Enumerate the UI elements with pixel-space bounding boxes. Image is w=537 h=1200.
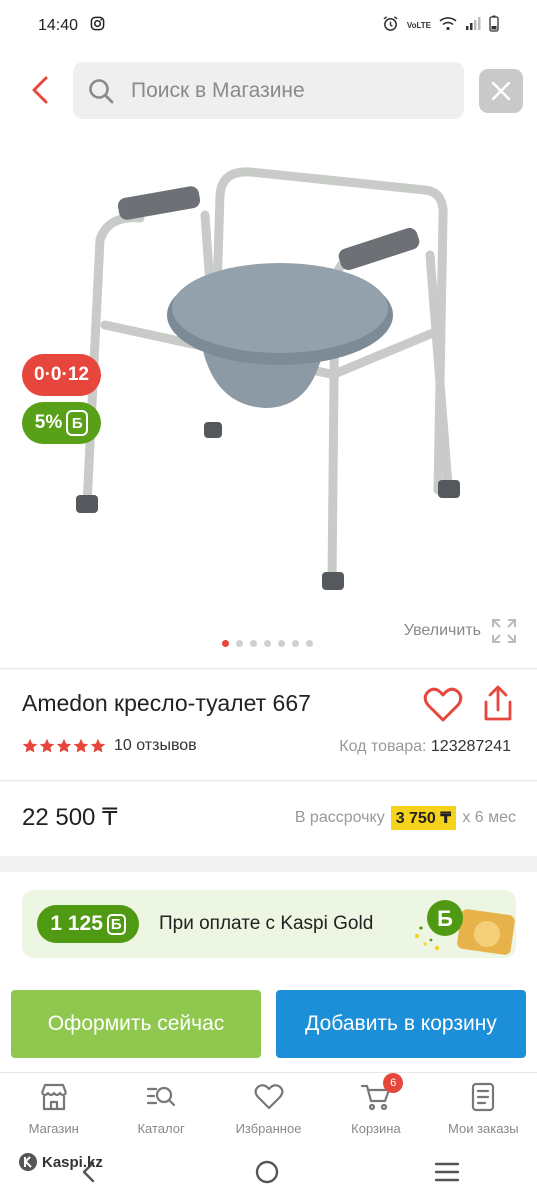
divider	[0, 668, 537, 669]
nav-label: Каталог	[137, 1121, 185, 1136]
share-icon[interactable]	[480, 684, 516, 724]
installment-amount: 3 750 ₸	[390, 806, 457, 830]
nav-item-store[interactable]: Магазин	[0, 1073, 107, 1142]
watermark-text: Kaspi.kz	[42, 1153, 103, 1171]
gallery-dot[interactable]	[292, 640, 299, 647]
nav-item-cart[interactable]: 6 Корзина	[322, 1073, 429, 1142]
gallery-dot[interactable]	[264, 640, 271, 647]
rating-row[interactable]: 10 отзывов	[22, 737, 197, 755]
expand-icon	[492, 619, 516, 643]
nav-item-catalog[interactable]: Каталог	[107, 1073, 214, 1142]
battery-icon	[489, 15, 499, 37]
zoom-label: Увеличить	[403, 622, 481, 639]
sku-value: 123287241	[430, 738, 511, 755]
section-separator	[0, 856, 537, 872]
star-icon	[73, 738, 89, 753]
back-button[interactable]	[22, 72, 58, 108]
kaspi-gold-banner[interactable]: 1 125 Б При оплате с Kaspi Gold Б	[22, 890, 516, 958]
gallery-dot[interactable]	[222, 640, 229, 647]
nav-label: Корзина	[351, 1121, 401, 1136]
bonus-badge: 5% Б	[22, 402, 101, 444]
gold-bonus-amount: 1 125	[50, 912, 103, 935]
bonus-icon: Б	[106, 913, 126, 935]
close-icon	[491, 81, 511, 101]
nav-label: Мои заказы	[448, 1121, 519, 1136]
search-header: Поиск в Магазине	[0, 60, 537, 120]
product-price: 22 500 ₸	[22, 804, 118, 831]
search-icon	[89, 78, 114, 103]
favorite-heart-icon[interactable]	[423, 686, 463, 724]
orders-icon	[472, 1082, 495, 1112]
kaspi-logo-icon	[19, 1153, 37, 1171]
svg-text:Б: Б	[437, 906, 453, 931]
star-icon	[39, 738, 55, 753]
zoom-button[interactable]: Увеличить	[404, 618, 517, 644]
divider	[0, 780, 537, 781]
kaspi-gold-card-icon: Б	[415, 900, 515, 955]
reviews-link[interactable]: 10 отзывов	[114, 737, 197, 755]
buy-now-button[interactable]: Оформить сейчас	[11, 990, 261, 1058]
installment-suffix: х 6 мес	[462, 809, 516, 826]
chevron-left-icon	[32, 76, 48, 104]
star-icon	[22, 738, 38, 753]
volte-icon: VoLTE	[406, 21, 431, 30]
search-placeholder: Поиск в Магазине	[131, 78, 305, 102]
status-time: 14:40	[38, 17, 79, 34]
gallery-dot[interactable]	[250, 640, 257, 647]
heart-icon	[254, 1084, 283, 1110]
installment-badge: 0·0·12	[22, 354, 101, 396]
gallery-dot[interactable]	[306, 640, 313, 647]
installment-prefix: В рассрочку	[294, 809, 385, 826]
catalog-search-icon	[147, 1086, 176, 1107]
installment-info: В рассрочку 3 750 ₸ х 6 мес	[295, 806, 516, 830]
gallery-dot[interactable]	[236, 640, 243, 647]
instagram-icon	[90, 16, 105, 36]
signal-icon	[465, 16, 481, 36]
bonus-percent: 5%	[34, 412, 63, 433]
star-icon	[56, 738, 72, 753]
wifi-icon	[439, 16, 457, 36]
store-icon	[40, 1083, 67, 1111]
product-image[interactable]	[60, 150, 480, 610]
search-input[interactable]: Поиск в Магазине	[73, 62, 464, 119]
gold-banner-text: При оплате с Kaspi Gold	[159, 913, 374, 934]
gallery-dots	[222, 640, 313, 647]
product-title: Amedon кресло-туалет 667	[22, 690, 311, 716]
sku-label: Код товара:	[339, 738, 427, 755]
sku: Код товара: 123287241	[339, 738, 511, 756]
gold-bonus-pill: 1 125 Б	[37, 905, 139, 943]
alarm-icon	[382, 15, 399, 37]
gallery-dot[interactable]	[278, 640, 285, 647]
add-to-cart-button[interactable]: Добавить в корзину	[276, 990, 526, 1058]
nav-label: Избранное	[235, 1121, 302, 1136]
nav-item-orders[interactable]: Мои заказы	[430, 1073, 537, 1142]
system-home-icon[interactable]	[254, 1159, 280, 1185]
cart-count-badge: 6	[383, 1073, 404, 1093]
bottom-navigation: Магазин Каталог Избранное 6 Корзина Мои …	[0, 1072, 537, 1142]
kaspi-watermark: Kaspi.kz	[18, 1152, 103, 1172]
status-bar: 14:40 VoLTE	[0, 0, 537, 52]
nav-label: Магазин	[28, 1121, 79, 1136]
rating-stars	[22, 738, 106, 754]
bonus-icon: Б	[66, 410, 89, 436]
star-icon	[90, 738, 106, 753]
clear-search-button[interactable]	[479, 69, 523, 113]
system-recents-icon[interactable]	[434, 1161, 460, 1183]
nav-item-favorites[interactable]: Избранное	[215, 1073, 322, 1142]
